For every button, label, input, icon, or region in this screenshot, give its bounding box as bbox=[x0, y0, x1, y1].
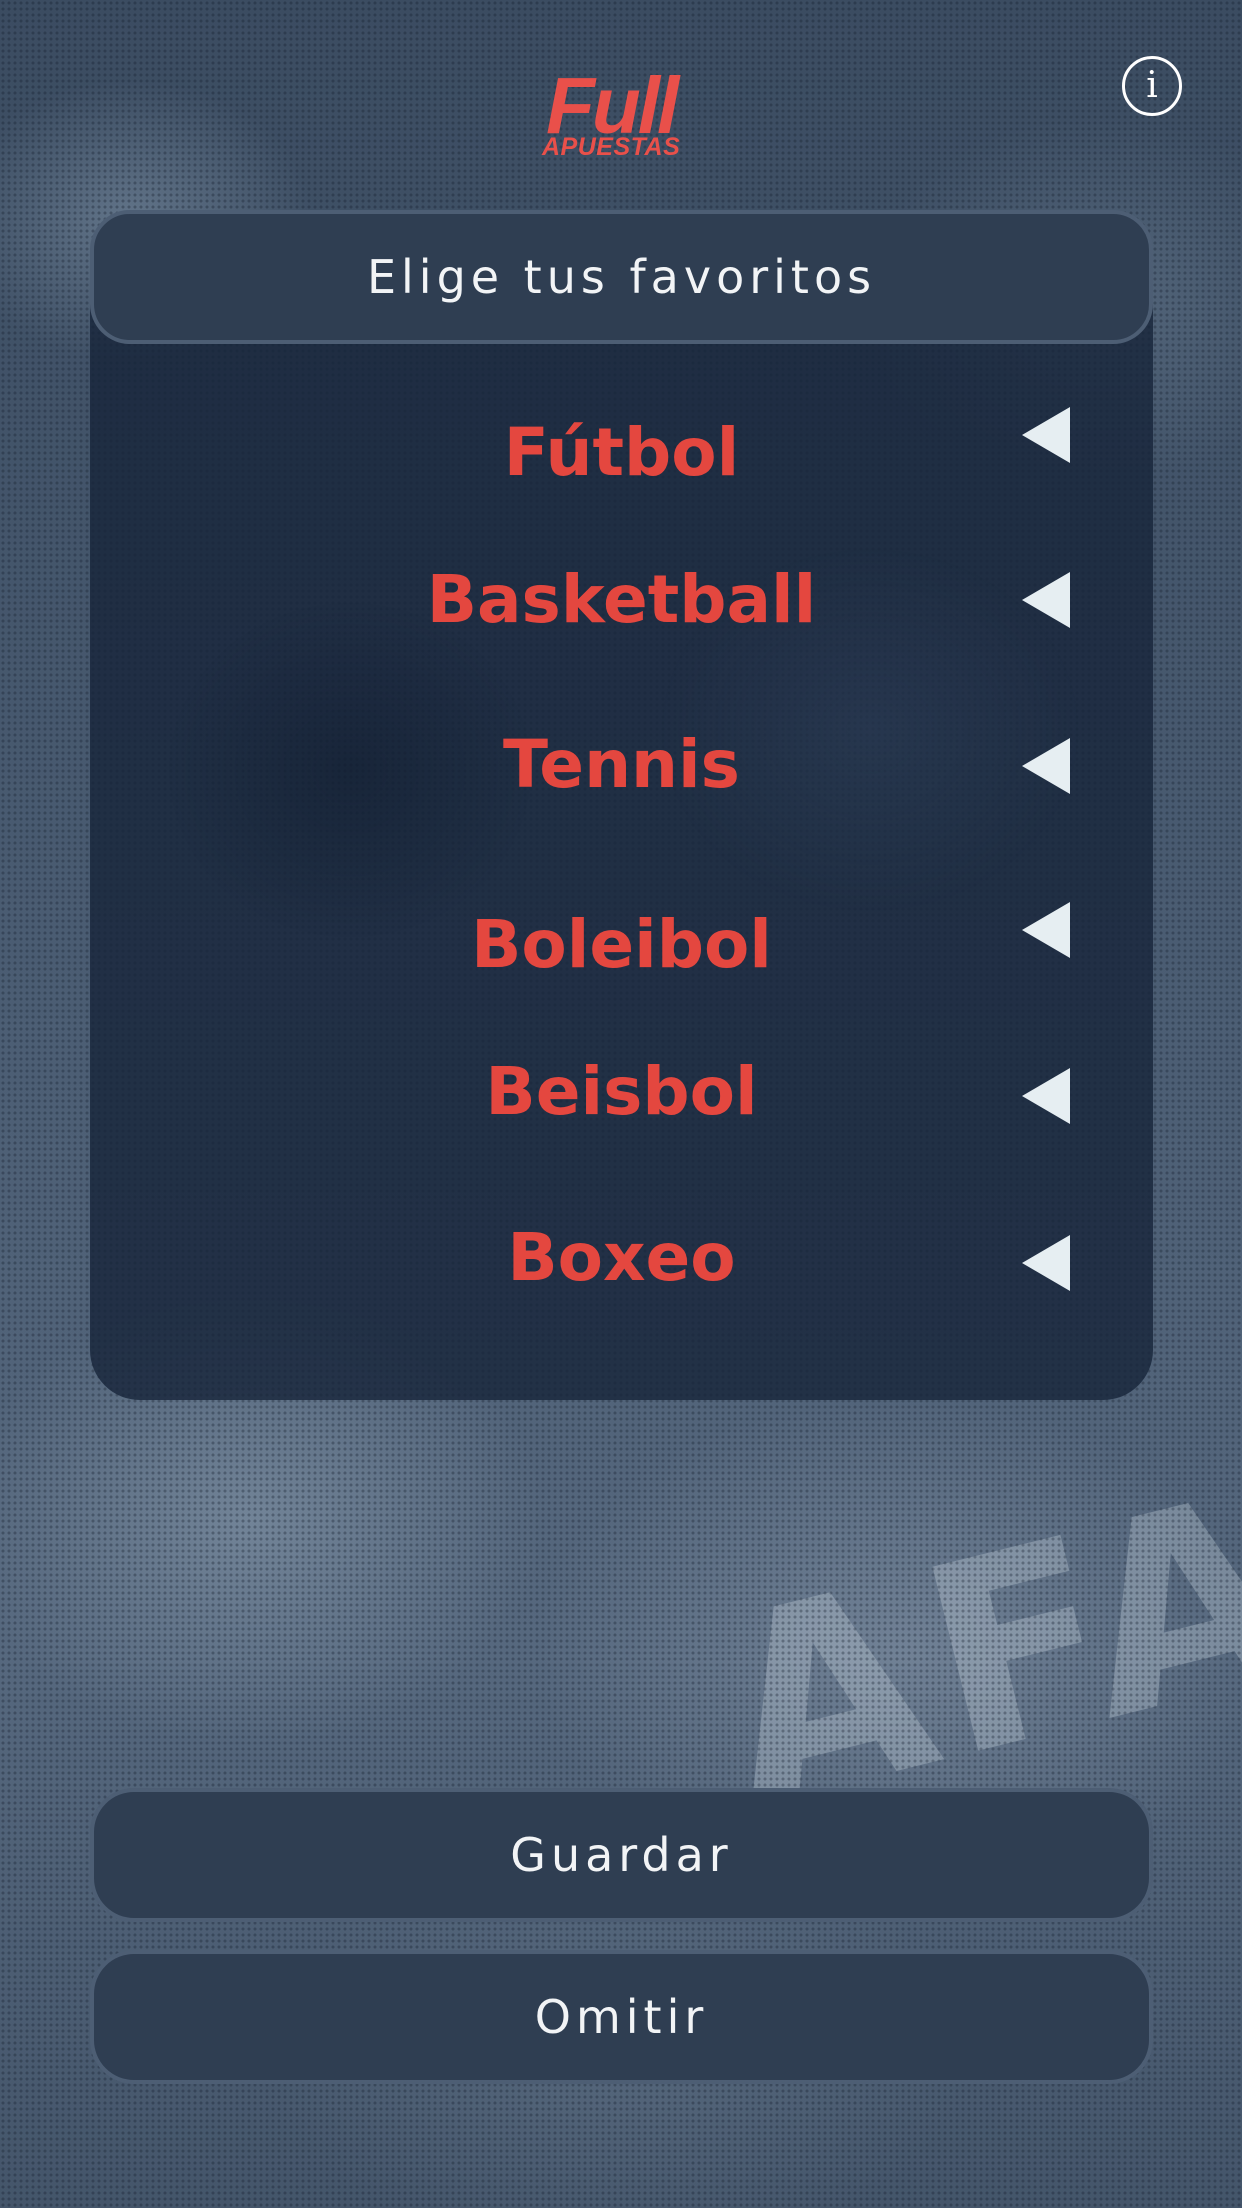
sport-item-beisbol[interactable]: Beisbol bbox=[90, 1037, 1153, 1147]
triangle-left-icon[interactable] bbox=[1022, 1068, 1070, 1124]
triangle-left-icon[interactable] bbox=[1022, 1235, 1070, 1291]
sport-item-basketball[interactable]: Basketball bbox=[90, 545, 1153, 655]
logo-subtext: APUESTAS bbox=[542, 133, 681, 161]
sport-label: Beisbol bbox=[485, 1053, 758, 1130]
triangle-left-icon[interactable] bbox=[1022, 572, 1070, 628]
app-logo: Full APUESTAS bbox=[540, 30, 700, 165]
info-glyph: i bbox=[1146, 65, 1158, 106]
save-button[interactable]: Guardar bbox=[90, 1788, 1153, 1922]
sport-item-tennis[interactable]: Tennis bbox=[90, 710, 1153, 820]
sport-label: Tennis bbox=[503, 726, 740, 803]
sport-item-boleibol[interactable]: Boleibol bbox=[90, 890, 1153, 1000]
favorites-title: Elige tus favoritos bbox=[366, 250, 877, 304]
triangle-left-icon[interactable] bbox=[1022, 407, 1070, 463]
sport-item-futbol[interactable]: Fútbol bbox=[90, 398, 1153, 508]
triangle-left-icon[interactable] bbox=[1022, 902, 1070, 958]
sport-item-boxeo[interactable]: Boxeo bbox=[90, 1203, 1153, 1313]
info-icon[interactable]: i bbox=[1122, 56, 1182, 116]
sport-label: Boxeo bbox=[507, 1219, 736, 1296]
favorites-header: Elige tus favoritos bbox=[90, 210, 1153, 344]
skip-button[interactable]: Omitir bbox=[90, 1950, 1153, 2084]
sport-label: Boleibol bbox=[471, 906, 772, 983]
sport-label: Fútbol bbox=[503, 414, 740, 491]
triangle-left-icon[interactable] bbox=[1022, 738, 1070, 794]
sport-label: Basketball bbox=[426, 561, 817, 638]
